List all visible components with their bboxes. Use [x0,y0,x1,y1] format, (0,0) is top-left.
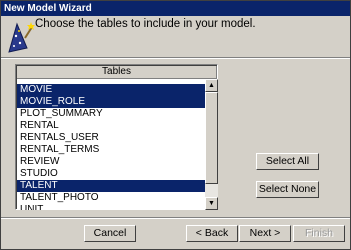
list-item[interactable]: TALENT [17,180,205,192]
list-item[interactable]: RENTAL [17,120,205,132]
select-all-button[interactable]: Select All [256,153,319,170]
tables-rows: MOVIE MOVIE_ROLE PLOT_SUMMARY RENTAL RENTALS… [17,79,205,210]
next-button[interactable]: Next > [239,225,291,242]
scroll-up-icon[interactable]: ▲ [205,79,218,92]
tables-list[interactable]: Tables MOVIE MOVIE_ROLE PLOT_SUMMARY RENTAL… [15,64,218,210]
wizard-window: New Model Wizard Choose the tables to in… [0,0,351,250]
list-item[interactable]: RENTALS_USER [17,132,205,144]
scroll-thumb[interactable] [205,92,218,184]
column-header-tables[interactable]: Tables [17,66,217,79]
instruction-text: Choose the tables to include in your mod… [35,18,256,30]
wizard-header: Choose the tables to include in your mod… [1,16,350,59]
wizard-hat-icon [8,22,35,53]
vertical-scrollbar[interactable]: ▲ ▼ [205,79,218,210]
list-item[interactable]: MOVIE_ROLE [17,96,205,108]
list-item[interactable]: MOVIE [17,84,205,96]
list-item[interactable]: PLOT_SUMMARY [17,108,205,120]
list-item[interactable]: REVIEW [17,156,205,168]
footer-divider [1,217,350,219]
scroll-down-icon[interactable]: ▼ [205,197,218,210]
back-button[interactable]: < Back [186,225,238,242]
window-title: New Model Wizard [1,1,350,16]
finish-button[interactable]: Finish [293,225,345,242]
select-none-button[interactable]: Select None [256,181,319,198]
cancel-button[interactable]: Cancel [84,225,136,242]
list-item[interactable]: UNIT [17,204,205,210]
list-item[interactable]: RENTAL_TERMS [17,144,205,156]
header-divider [1,57,350,59]
list-item[interactable]: TALENT_PHOTO [17,192,205,204]
list-item[interactable]: STUDIO [17,168,205,180]
